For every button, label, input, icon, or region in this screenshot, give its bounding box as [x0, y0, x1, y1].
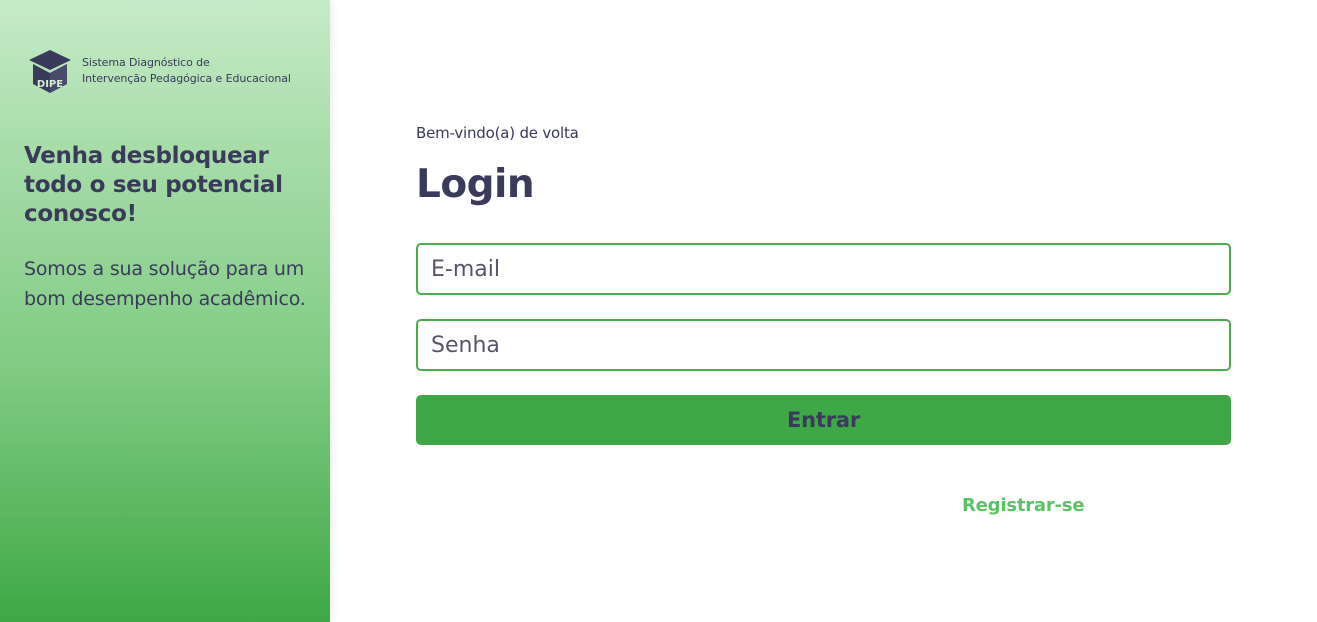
password-field[interactable]: [416, 319, 1231, 371]
brand: DIPE Sistema Diagnóstico de Intervenção …: [24, 46, 291, 96]
email-field[interactable]: [416, 243, 1231, 295]
sidebar: DIPE Sistema Diagnóstico de Intervenção …: [0, 0, 330, 622]
brand-line-2: Intervenção Pedagógica e Educacional: [82, 72, 291, 85]
login-button[interactable]: Entrar: [416, 395, 1231, 445]
brand-name: Sistema Diagnóstico de Intervenção Pedag…: [82, 55, 291, 87]
welcome-text: Bem-vindo(a) de volta: [416, 124, 579, 142]
sidebar-headline: Venha desbloquear todo o seu potencial c…: [24, 142, 314, 229]
register-link[interactable]: Registrar-se: [962, 495, 1085, 516]
dipe-logo-icon: DIPE: [29, 50, 71, 93]
brand-line-1: Sistema Diagnóstico de: [82, 56, 210, 69]
login-panel: Bem-vindo(a) de volta Login Entrar Regis…: [416, 0, 1231, 622]
headline-part-2: conosco!: [24, 201, 137, 227]
sidebar-subtext: Somos a sua solução para um bom desempen…: [24, 258, 306, 310]
logo-lettering: DIPE: [37, 79, 63, 90]
page-title: Login: [416, 162, 535, 207]
headline-highlight: potencial: [165, 172, 283, 198]
